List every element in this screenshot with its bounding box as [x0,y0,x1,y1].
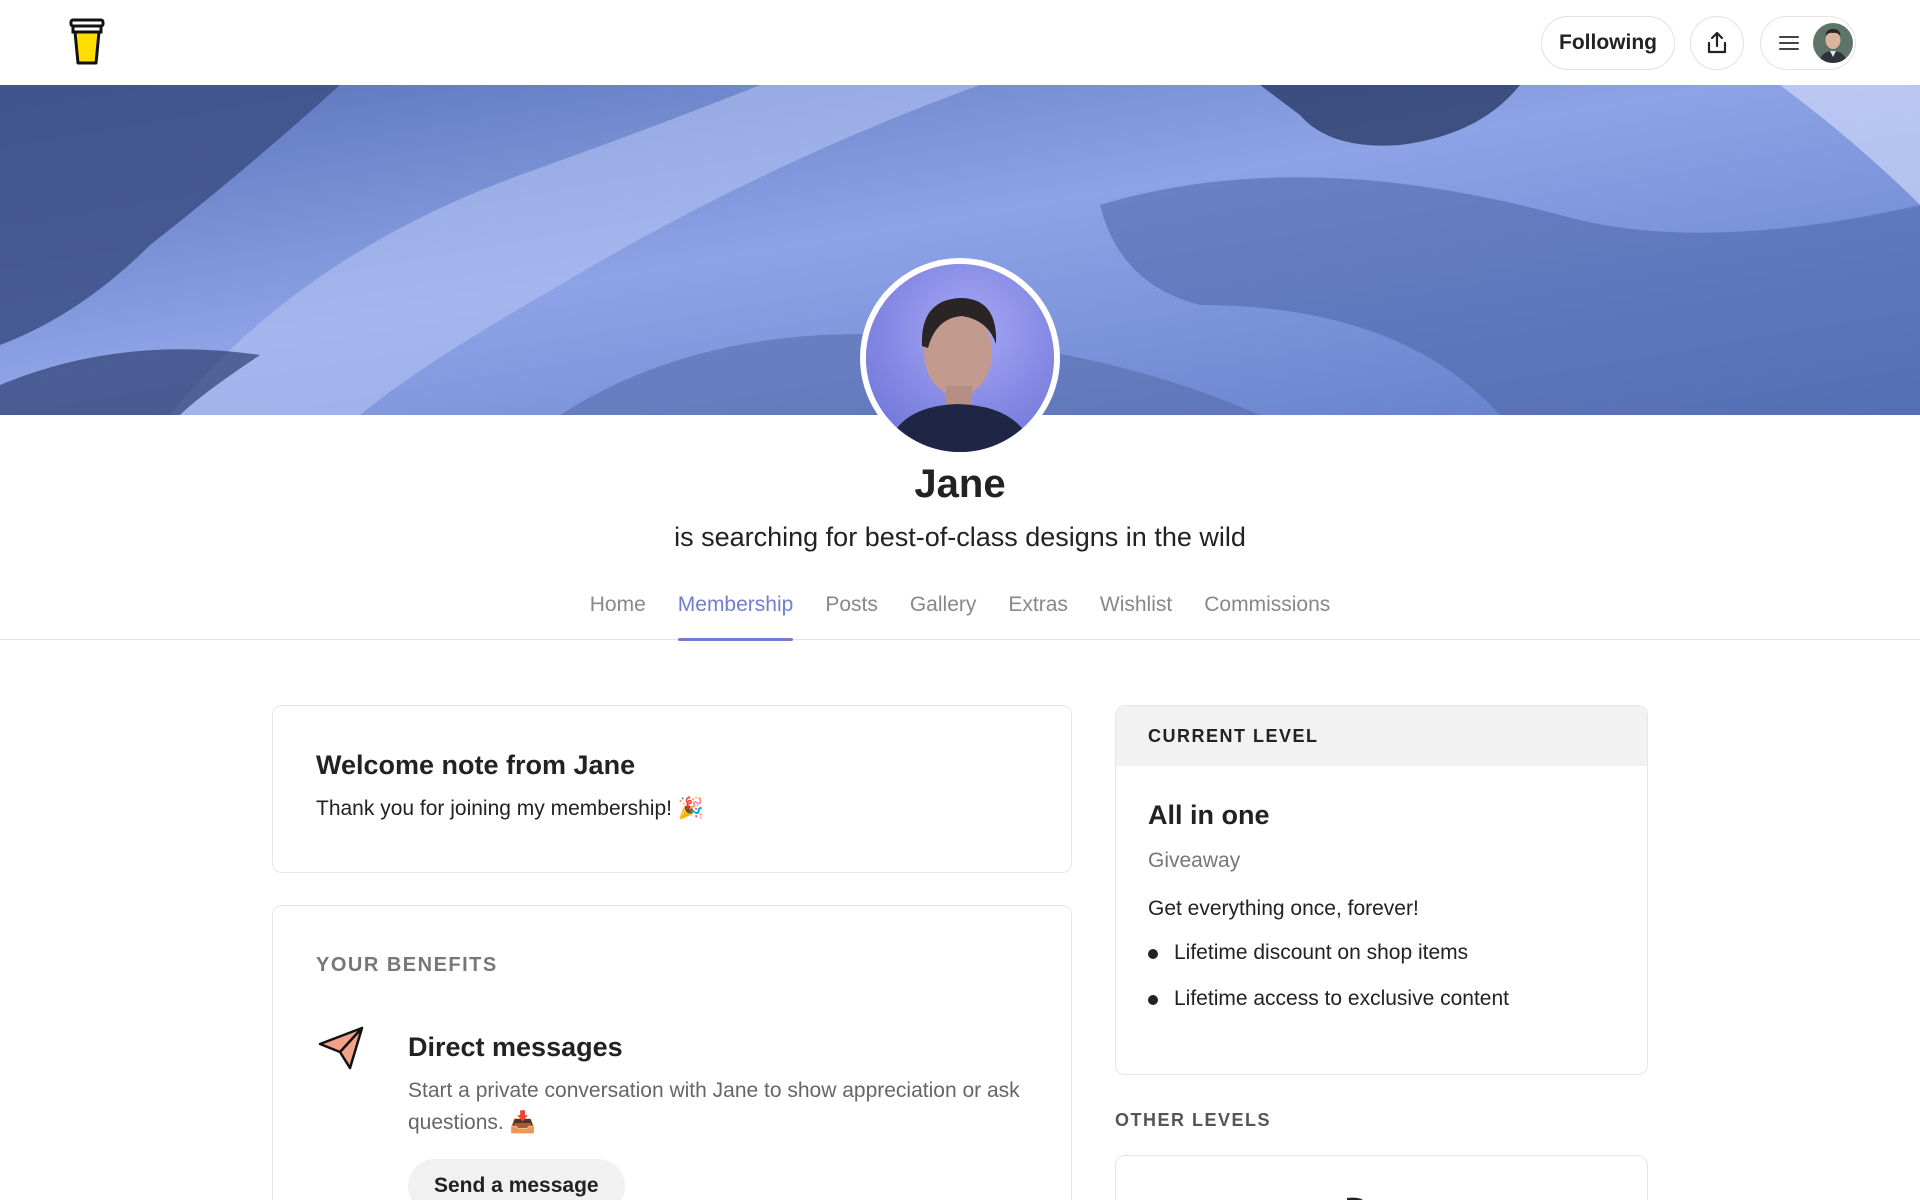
list-item: Lifetime discount on shop items [1148,941,1615,965]
level-description: Get everything once, forever! [1148,897,1419,920]
share-icon [1707,31,1727,54]
tab-extras[interactable]: Extras [1008,586,1068,640]
share-button[interactable] [1690,16,1744,70]
tab-gallery[interactable]: Gallery [910,586,977,640]
tab-commissions[interactable]: Commissions [1204,586,1330,640]
send-message-button[interactable]: Send a message [408,1159,625,1200]
benefit-title: Direct messages [408,1032,623,1062]
tab-home[interactable]: Home [590,586,646,640]
welcome-note-card: Welcome note from Jane Thank you for joi… [272,705,1072,873]
tab-membership[interactable]: Membership [677,586,793,641]
paper-plane-icon [318,1026,364,1070]
profile-tagline: is searching for best-of-class designs i… [674,522,1246,552]
benefit-description: Start a private conversation with Jane t… [408,1079,1020,1134]
level-perks-list: Lifetime discount on shop items Lifetime… [1148,941,1615,1011]
hamburger-menu-icon [1779,36,1799,50]
following-button[interactable]: Following [1541,16,1675,70]
welcome-text: Thank you for joining my membership! 🎉 [316,797,704,820]
other-levels-label: OTHER LEVELS [1115,1110,1272,1130]
current-level-card: CURRENT LEVEL All in one Giveaway Get ev… [1115,705,1648,1075]
benefits-section-label: YOUR BENEFITS [316,954,498,976]
user-avatar [1813,23,1853,63]
profile-avatar [860,258,1060,458]
coffee-cup-logo-icon[interactable] [68,17,106,67]
list-item: Lifetime access to exclusive content [1148,987,1615,1011]
benefits-card: YOUR BENEFITS Direct messages Start a pr… [272,905,1072,1200]
other-level-card[interactable] [1115,1155,1648,1200]
tab-wishlist[interactable]: Wishlist [1100,586,1172,640]
profile-tabs: Home Membership Posts Gallery Extras Wis… [0,586,1920,641]
current-level-header: CURRENT LEVEL [1116,706,1647,766]
level-subtitle: Giveaway [1148,849,1241,872]
welcome-title: Welcome note from Jane [316,750,636,780]
account-menu-button[interactable] [1760,16,1856,70]
other-level-preview-icon [1347,1197,1363,1200]
top-bar: Following [0,0,1920,85]
profile-name: Jane [914,462,1006,506]
level-name: All in one [1148,800,1270,830]
tab-posts[interactable]: Posts [825,586,878,640]
